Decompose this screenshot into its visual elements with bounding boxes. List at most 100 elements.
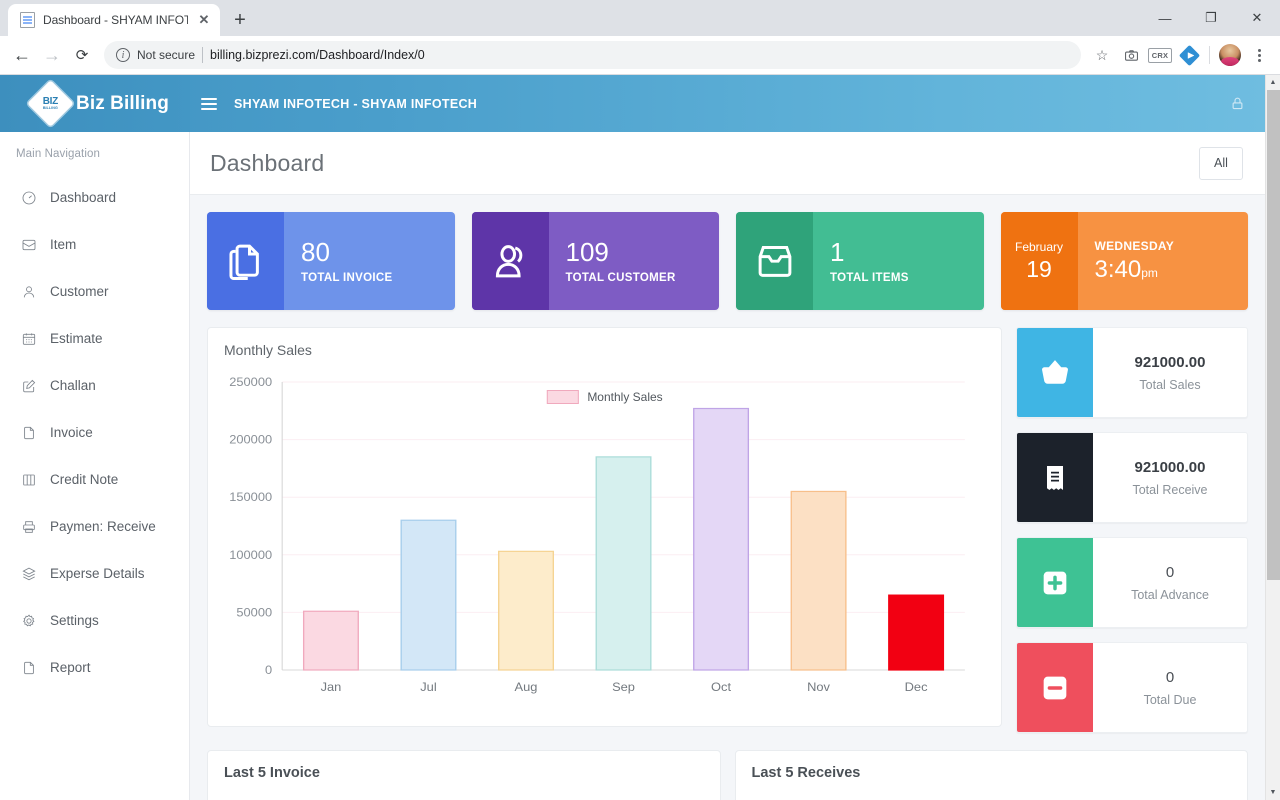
biz-logo-icon: BIZ BILLING: [27, 80, 74, 127]
tab-title: Dashboard - SHYAM INFOTECH -: [43, 13, 188, 27]
bookmark-star-icon[interactable]: ☆: [1089, 42, 1115, 68]
card-title: Last 5 Receives: [751, 765, 861, 781]
main-content: Dashboard All 80 TOTAL INVOICE 109 TOTAL…: [190, 132, 1265, 800]
site-info-icon[interactable]: i: [116, 48, 130, 62]
sidebar-item-label: Challan: [50, 378, 96, 393]
svg-text:Jul: Jul: [420, 681, 436, 694]
svg-text:50000: 50000: [236, 606, 272, 619]
user-icon: [20, 283, 37, 300]
forward-button[interactable]: →: [38, 41, 66, 69]
sidebar-item-settings[interactable]: Settings: [0, 597, 189, 644]
brand-logo-area[interactable]: BIZ BILLING Biz Billing: [0, 75, 190, 132]
page-viewport: BIZ BILLING Biz Billing SHYAM INFOTECH -…: [0, 75, 1280, 800]
tray-icon: [736, 212, 813, 310]
svg-text:100000: 100000: [229, 548, 272, 561]
close-window-button[interactable]: ✕: [1234, 0, 1280, 36]
printer-icon: [20, 518, 37, 535]
window-controls: — ❐ ✕: [1142, 0, 1280, 36]
address-bar[interactable]: i Not secure billing.bizprezi.com/Dashbo…: [104, 41, 1081, 69]
summary-card-total-due[interactable]: 0 Total Due: [1016, 642, 1248, 733]
favicon-icon: [20, 12, 35, 28]
stat-card-total-customer[interactable]: 109 TOTAL CUSTOMER: [471, 212, 719, 310]
sidebar-item-invoice[interactable]: Invoice: [0, 409, 189, 456]
summary-value: 921000.00: [1134, 458, 1206, 476]
last-5-invoice-card: Last 5 Invoice: [207, 750, 721, 800]
stat-label: TOTAL CUSTOMER: [565, 271, 676, 284]
sidebar-item-label: Item: [50, 237, 77, 252]
layers-icon: [20, 565, 37, 582]
date-right-panel: WEDNESDAY 3:40pm: [1078, 212, 1249, 310]
person-icon: [471, 212, 549, 310]
stat-card-total-invoice[interactable]: 80 TOTAL INVOICE: [207, 212, 455, 310]
sidebar-item-customer[interactable]: Customer: [0, 268, 189, 315]
filter-all-button[interactable]: All: [1199, 146, 1243, 180]
summary-card-total-advance[interactable]: 0 Total Advance: [1016, 537, 1248, 628]
sidebar-item-report[interactable]: Report: [0, 644, 189, 691]
sidebar-item-label: Invoice: [50, 425, 93, 440]
basket-icon: [1017, 328, 1093, 417]
hamburger-menu-icon[interactable]: [190, 75, 228, 132]
time-ampm: pm: [1141, 265, 1158, 280]
summary-value: 0: [1165, 668, 1175, 686]
chart-plot-area[interactable]: 0 50000 100000 150000 200000 250000 Jan Jul Aug S…: [224, 360, 985, 712]
body-split: Main Navigation Dashboard Item Customer …: [0, 132, 1265, 800]
chart-title: Monthly Sales: [224, 342, 312, 358]
book-icon: [20, 471, 37, 488]
lock-icon[interactable]: [1230, 96, 1245, 111]
new-tab-button[interactable]: +: [226, 6, 254, 34]
date-left-panel: February 19: [1000, 212, 1078, 310]
page-scrollbar[interactable]: ▲ ▼: [1265, 75, 1280, 800]
camera-icon[interactable]: [1118, 42, 1144, 68]
plus-icon: [1017, 538, 1093, 627]
chrome-menu-button[interactable]: [1246, 42, 1272, 68]
summary-value: 0: [1165, 563, 1175, 581]
sidebar-item-estimate[interactable]: Estimate: [0, 315, 189, 362]
toolbar-icons: ☆ CRX: [1089, 42, 1272, 68]
time-value: 3:40: [1094, 255, 1142, 283]
summary-cards-column: 921000.00 Total Sales 921000.00 Total Re…: [1016, 327, 1248, 733]
scroll-up-arrow[interactable]: ▲: [1266, 75, 1280, 90]
month-label: February: [1014, 239, 1064, 254]
sidebar-item-label: Estimate: [50, 331, 103, 346]
monthly-sales-chart-card: Monthly Sales Monthly Sales 0 50000 100000…: [207, 327, 1002, 727]
brand-name: Biz Billing: [76, 92, 169, 114]
scrollbar-thumb[interactable]: [1266, 90, 1280, 580]
reload-button[interactable]: ⟳: [68, 41, 96, 69]
scrollbar-track[interactable]: [1266, 90, 1280, 800]
browser-toolbar: ← → ⟳ i Not secure billing.bizprezi.com/…: [0, 36, 1280, 75]
sidebar-item-dashboard[interactable]: Dashboard: [0, 174, 189, 221]
sidebar-item-credit-note[interactable]: Credit Note: [0, 456, 189, 503]
summary-value: 921000.00: [1134, 353, 1206, 371]
document-icon: [20, 659, 37, 676]
web-page: BIZ BILLING Biz Billing SHYAM INFOTECH -…: [0, 75, 1265, 800]
scroll-down-arrow[interactable]: ▼: [1266, 785, 1280, 800]
close-tab-icon[interactable]: ✕: [196, 12, 212, 28]
back-button[interactable]: ←: [8, 41, 36, 69]
sidebar: Main Navigation Dashboard Item Customer …: [0, 132, 190, 800]
page-title: Dashboard: [210, 149, 325, 176]
summary-card-total-receive[interactable]: 921000.00 Total Receive: [1016, 432, 1248, 523]
crx-extension-icon[interactable]: CRX: [1147, 42, 1173, 68]
sidebar-item-item[interactable]: Item: [0, 221, 189, 268]
sidebar-item-label: Settings: [50, 613, 99, 628]
sidebar-item-payment-receive[interactable]: Paymen: Receive: [0, 503, 189, 550]
stat-card-total-items[interactable]: 1 TOTAL ITEMS: [736, 212, 984, 310]
stat-label: TOTAL INVOICE: [301, 271, 393, 284]
nav-header: Main Navigation: [16, 148, 100, 160]
svg-text:0: 0: [265, 664, 272, 677]
profile-avatar[interactable]: [1217, 42, 1243, 68]
maximize-button[interactable]: ❐: [1188, 0, 1234, 36]
minimize-button[interactable]: —: [1142, 0, 1188, 36]
svg-text:Nov: Nov: [807, 681, 831, 694]
browser-tab[interactable]: Dashboard - SHYAM INFOTECH - ✕: [8, 4, 220, 36]
sidebar-item-expense-details[interactable]: Experse Details: [0, 550, 189, 597]
url-text: billing.bizprezi.com/Dashboard/Index/0: [210, 48, 425, 62]
chart-and-summary-row: Monthly Sales Monthly Sales 0 50000 100000…: [207, 327, 1248, 733]
last-5-receives-card: Last 5 Receives: [734, 750, 1248, 800]
sidebar-item-label: Report: [50, 660, 91, 675]
summary-card-total-sales[interactable]: 921000.00 Total Sales: [1016, 327, 1248, 418]
svg-text:250000: 250000: [229, 376, 272, 389]
sidebar-item-challan[interactable]: Challan: [0, 362, 189, 409]
diamond-extension-icon[interactable]: [1176, 42, 1202, 68]
clock-time: 3:40pm: [1095, 256, 1249, 284]
